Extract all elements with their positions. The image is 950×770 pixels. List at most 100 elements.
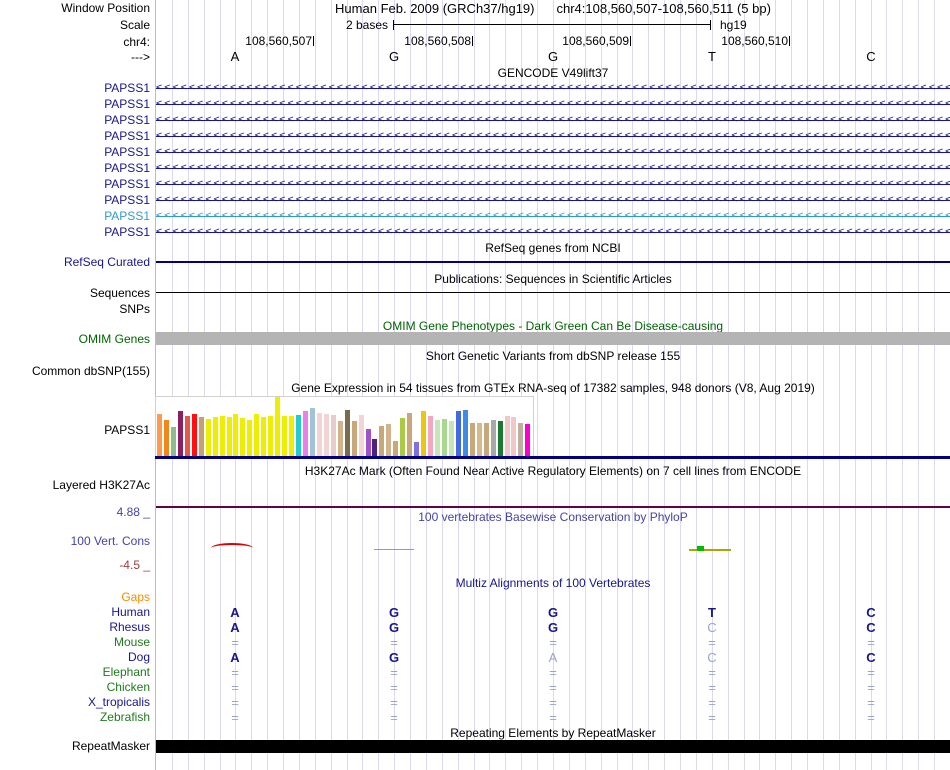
gtex-bar[interactable] <box>324 414 329 457</box>
phylop-track-label[interactable]: 100 Vert. Cons <box>0 534 150 549</box>
gtex-bar[interactable] <box>199 417 204 457</box>
multiz-base-cell[interactable]: C <box>862 605 880 620</box>
gtex-bar[interactable] <box>442 419 447 457</box>
gtex-bar[interactable] <box>435 420 440 457</box>
refseq-curated-label[interactable]: RefSeq Curated <box>0 255 150 270</box>
multiz-species-label[interactable]: Gaps <box>0 590 150 605</box>
gtex-bar[interactable] <box>233 414 238 457</box>
gtex-bar[interactable] <box>407 413 412 457</box>
multiz-base-cell[interactable]: G <box>385 650 403 665</box>
gene-label[interactable]: PAPSS1 <box>0 192 150 208</box>
sequences-label[interactable]: Sequences <box>0 286 150 301</box>
multiz-base-cell[interactable]: G <box>385 620 403 635</box>
gtex-bar[interactable] <box>185 416 190 457</box>
gtex-bar[interactable] <box>456 411 461 457</box>
multiz-base-cell[interactable]: = <box>703 710 721 725</box>
gtex-bar[interactable] <box>227 417 232 457</box>
gtex-bar[interactable] <box>366 429 371 457</box>
gtex-bar[interactable] <box>282 416 287 457</box>
gtex-baseline[interactable] <box>155 456 950 459</box>
gtex-bar[interactable] <box>303 411 308 457</box>
gtex-bar[interactable] <box>289 416 294 457</box>
multiz-base-cell[interactable]: = <box>703 635 721 650</box>
gtex-bar[interactable] <box>511 417 516 457</box>
gene-label[interactable]: PAPSS1 <box>0 128 150 144</box>
gtex-bar[interactable] <box>393 441 398 457</box>
gtex-bar[interactable] <box>220 416 225 457</box>
multiz-base-cell[interactable]: A <box>226 605 244 620</box>
h3k27ac-baseline[interactable] <box>156 506 950 508</box>
gene-label[interactable]: PAPSS1 <box>0 208 150 224</box>
gene-row[interactable]: <<<<<<<<<<<<<<<<<<<<<<<<<<<<<<<<<<<<<<<<… <box>156 160 950 176</box>
gtex-bar[interactable] <box>164 420 169 457</box>
multiz-species-label[interactable]: Chicken <box>0 680 150 695</box>
multiz-base-cell[interactable]: = <box>544 635 562 650</box>
multiz-base-cell[interactable]: = <box>703 665 721 680</box>
gtex-bar[interactable] <box>518 423 523 457</box>
phylop-wiggle[interactable] <box>374 549 414 550</box>
refseq-gene-line[interactable] <box>156 261 950 263</box>
gtex-bar[interactable] <box>352 421 357 457</box>
gene-label[interactable]: PAPSS1 <box>0 160 150 176</box>
gtex-bar[interactable] <box>525 424 530 457</box>
multiz-base-cell[interactable]: = <box>226 695 244 710</box>
common-dbsnp-label[interactable]: Common dbSNP(155) <box>0 364 150 379</box>
gene-row[interactable]: <<<<<<<<<<<<<<<<<<<<<<<<<<<<<<<<<<<<<<<<… <box>156 96 950 112</box>
gtex-bar[interactable] <box>247 420 252 457</box>
gtex-bar[interactable] <box>275 397 280 457</box>
multiz-base-cell[interactable]: = <box>226 680 244 695</box>
multiz-species-label[interactable]: Mouse <box>0 635 150 650</box>
multiz-species-label[interactable]: Dog <box>0 650 150 665</box>
repeatmasker-label[interactable]: RepeatMasker <box>0 739 150 754</box>
gtex-bar[interactable] <box>206 419 211 457</box>
multiz-base-cell[interactable]: A <box>544 650 562 665</box>
gtex-bar[interactable] <box>470 423 475 457</box>
gtex-bar[interactable] <box>296 415 301 457</box>
gtex-bar[interactable] <box>331 415 336 457</box>
gtex-bar[interactable] <box>414 442 419 457</box>
gtex-bar[interactable] <box>261 417 266 457</box>
multiz-base-cell[interactable]: = <box>544 680 562 695</box>
gtex-bar[interactable] <box>338 421 343 457</box>
phylop-wiggle[interactable] <box>211 543 253 548</box>
gtex-gene-label[interactable]: PAPSS1 <box>0 423 150 438</box>
gene-row[interactable]: <<<<<<<<<<<<<<<<<<<<<<<<<<<<<<<<<<<<<<<<… <box>156 224 950 240</box>
multiz-base-cell[interactable]: = <box>226 710 244 725</box>
gtex-bar[interactable] <box>379 426 384 457</box>
multiz-base-cell[interactable]: G <box>544 620 562 635</box>
gene-label[interactable]: PAPSS1 <box>0 112 150 128</box>
multiz-species-label[interactable]: Rhesus <box>0 620 150 635</box>
gene-label[interactable]: PAPSS1 <box>0 144 150 160</box>
gtex-bar[interactable] <box>317 413 322 457</box>
multiz-base-cell[interactable]: = <box>544 665 562 680</box>
gtex-bar[interactable] <box>213 417 218 457</box>
omim-gene-bar[interactable] <box>156 332 950 345</box>
gene-label[interactable]: PAPSS1 <box>0 80 150 96</box>
gtex-bar[interactable] <box>268 416 273 457</box>
omim-genes-label[interactable]: OMIM Genes <box>0 332 150 347</box>
snps-label[interactable]: SNPs <box>0 302 150 317</box>
multiz-base-cell[interactable]: = <box>385 635 403 650</box>
multiz-base-cell[interactable]: = <box>385 665 403 680</box>
multiz-base-cell[interactable]: = <box>862 695 880 710</box>
gtex-bar[interactable] <box>428 416 433 457</box>
gtex-bar[interactable] <box>463 410 468 457</box>
gtex-bar[interactable] <box>498 421 503 457</box>
gene-row[interactable]: <<<<<<<<<<<<<<<<<<<<<<<<<<<<<<<<<<<<<<<<… <box>156 128 950 144</box>
multiz-base-cell[interactable]: = <box>226 665 244 680</box>
multiz-base-cell[interactable]: G <box>544 605 562 620</box>
gtex-bar[interactable] <box>192 414 197 457</box>
multiz-base-cell[interactable]: = <box>385 695 403 710</box>
repeatmasker-element-bar[interactable] <box>156 740 950 753</box>
multiz-base-cell[interactable]: = <box>703 680 721 695</box>
multiz-species-label[interactable]: Human <box>0 605 150 620</box>
multiz-base-cell[interactable]: = <box>862 635 880 650</box>
gtex-bar[interactable] <box>477 423 482 457</box>
multiz-base-cell[interactable]: C <box>862 650 880 665</box>
gene-label[interactable]: PAPSS1 <box>0 224 150 240</box>
gtex-bar[interactable] <box>240 418 245 457</box>
gtex-bar[interactable] <box>449 421 454 457</box>
gtex-bar[interactable] <box>505 416 510 457</box>
gtex-bar[interactable] <box>491 420 496 457</box>
sequences-line[interactable] <box>156 292 950 293</box>
